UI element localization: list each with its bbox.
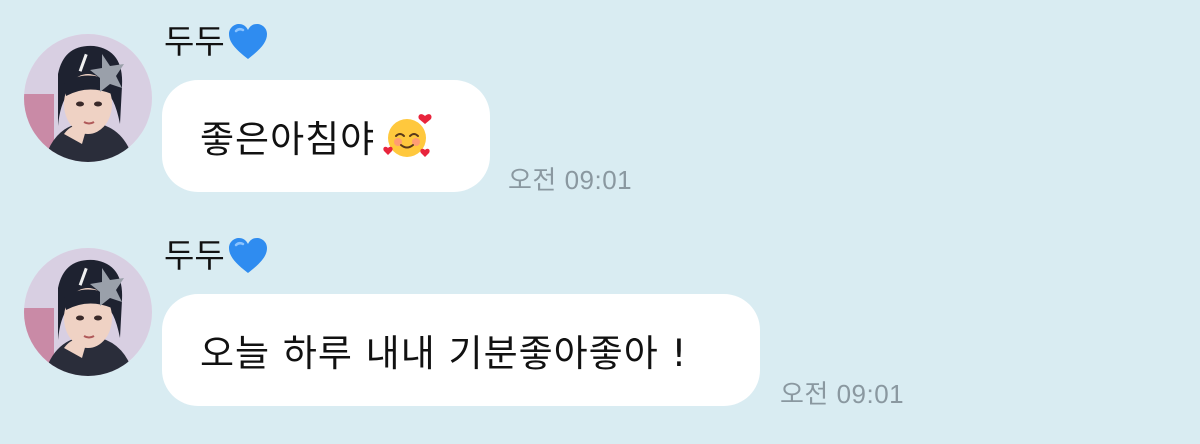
chat-message: 두두 좋은아침야 오전 09:01	[0, 0, 1200, 200]
message-time: 오전 09:01	[508, 165, 633, 195]
blue-heart-icon	[228, 24, 267, 59]
sender-name-text: 두두	[164, 22, 225, 61]
message-bubble[interactable]: 오늘 하루 내내 기분좋아좋아 !	[162, 294, 760, 406]
blue-heart-icon	[228, 238, 267, 273]
sender-name-text: 두두	[164, 236, 225, 275]
avatar-image	[24, 34, 152, 162]
avatar-image	[24, 248, 152, 376]
smiling-face-with-hearts-icon	[383, 114, 432, 157]
avatar[interactable]	[24, 248, 152, 376]
message-time: 오전 09:01	[780, 379, 905, 409]
chat-message: 두두 오늘 하루 내내 기분좋아좋아 ! 오전 09:01	[0, 214, 1200, 414]
message-bubble[interactable]: 좋은아침야	[162, 80, 490, 192]
sender-name: 두두	[164, 20, 269, 64]
message-text: 좋은아침야	[200, 118, 376, 161]
avatar[interactable]	[24, 34, 152, 162]
sender-name: 두두	[164, 234, 269, 278]
message-text: 오늘 하루 내내 기분좋아좋아 !	[200, 332, 688, 375]
